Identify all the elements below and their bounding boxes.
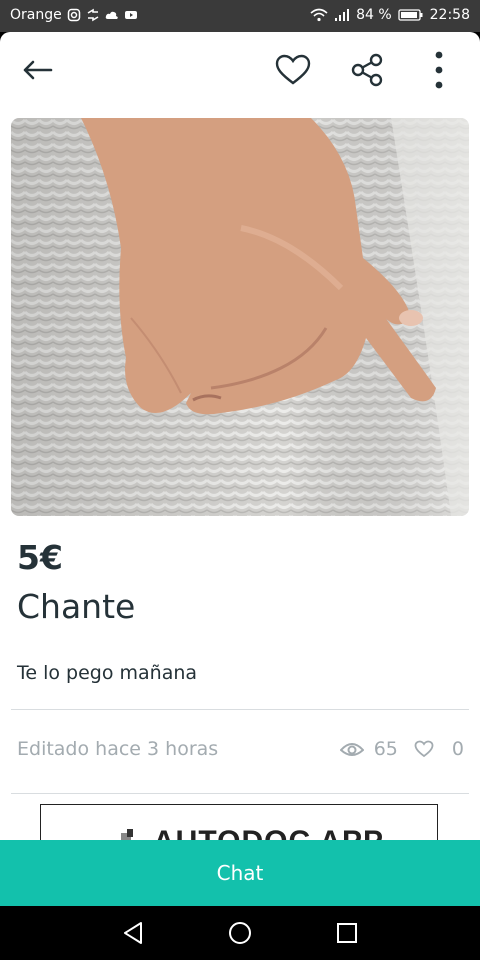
back-arrow-icon [23,60,53,80]
back-button[interactable] [17,50,57,90]
battery-percent: 84 % [356,7,392,23]
eye-icon [339,743,364,756]
share-icon [351,53,383,87]
status-bar: Orange 84 % 22:58 [0,0,480,32]
wifi-icon [310,8,328,22]
listing-description: Te lo pego mañana [17,662,198,684]
cloud-icon [105,11,118,19]
divider [11,793,469,794]
favorite-button[interactable] [273,50,313,90]
nav-recents-button[interactable] [332,918,362,948]
instagram-icon [67,8,80,22]
listing-stats: 65 0 [339,738,464,760]
views-count: 65 [373,738,398,760]
triangle-back-icon [124,922,142,944]
listing-screen: 5€ Chante Te lo pego mañana Editado hace… [0,32,480,906]
edited-time: Editado hace 3 horas [17,738,219,760]
likes-count: 0 [451,738,464,760]
more-vertical-icon [435,51,443,89]
signal-icon [335,9,350,21]
nav-back-button[interactable] [118,918,148,948]
product-photo[interactable] [11,118,469,516]
listing-price: 5€ [17,538,63,577]
listing-title: Chante [17,587,136,626]
carrier-label: Orange [10,7,62,23]
navigation-bar [0,906,480,960]
divider [11,709,469,710]
square-recents-icon [337,923,357,943]
top-bar [0,32,480,106]
circle-home-icon [229,922,251,944]
share-button[interactable] [347,50,387,90]
chat-button[interactable]: Chat [0,840,480,906]
sync-icon [87,8,99,22]
clock: 22:58 [429,7,470,23]
product-image [11,118,469,516]
youtube-icon [124,11,137,19]
more-options-button[interactable] [419,50,459,90]
nav-home-button[interactable] [225,918,255,948]
battery-icon [397,9,423,21]
heart-icon [275,54,311,85]
heart-icon [414,740,434,758]
